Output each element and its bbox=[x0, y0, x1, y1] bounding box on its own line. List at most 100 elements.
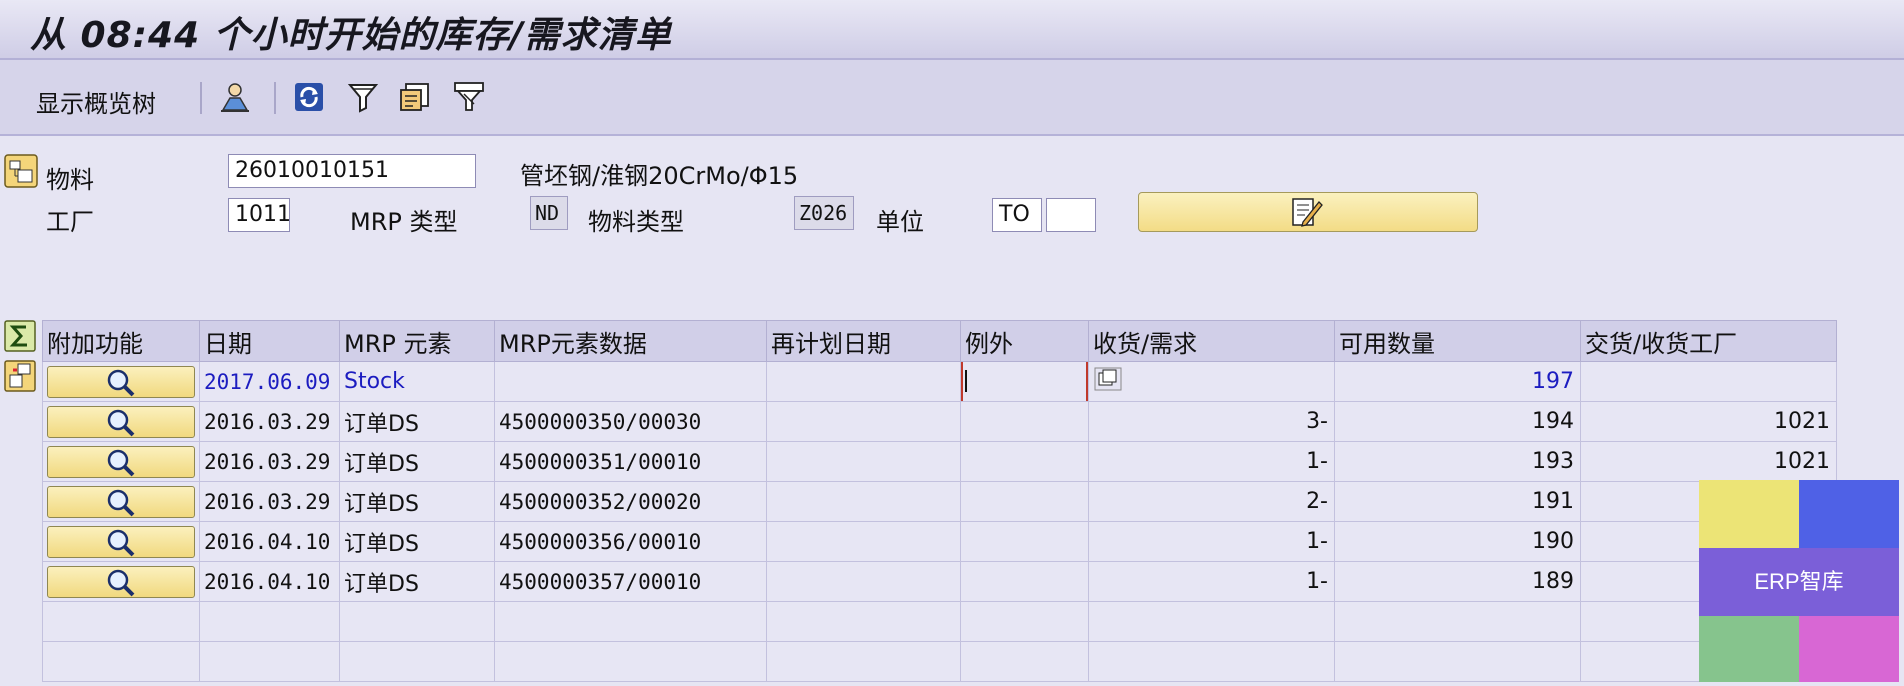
application-toolbar: 显示概览树 bbox=[0, 60, 1904, 136]
magnifier-icon bbox=[107, 369, 135, 396]
mrp-type-value: ND bbox=[530, 196, 568, 230]
element-data-cell: 4500000356/00010 bbox=[494, 521, 767, 562]
function-cell bbox=[42, 441, 200, 482]
details-button[interactable] bbox=[47, 485, 195, 518]
receipt-cell: 1- bbox=[1088, 561, 1335, 602]
magnifier-icon bbox=[107, 409, 135, 436]
table-row[interactable]: 2016.03.29 订单DS 4500000351/00010 1- 193 … bbox=[42, 441, 1837, 482]
filter-clear-icon[interactable] bbox=[452, 80, 486, 114]
plant-field[interactable]: 1011 bbox=[228, 198, 290, 232]
details-button[interactable] bbox=[47, 365, 195, 398]
function-cell bbox=[42, 521, 200, 562]
reschedule-cell bbox=[766, 561, 961, 602]
available-qty-cell: 191 bbox=[1334, 481, 1581, 522]
col-header[interactable]: 收货/需求 bbox=[1088, 320, 1335, 362]
material-label: 物料 bbox=[46, 166, 94, 194]
exception-cell bbox=[960, 441, 1089, 482]
plant-cell: 1021 bbox=[1580, 441, 1837, 482]
exception-cell bbox=[960, 481, 1089, 522]
magnifier-icon bbox=[107, 569, 135, 596]
reschedule-cell bbox=[766, 521, 961, 562]
element-cell[interactable]: 订单DS bbox=[339, 481, 495, 522]
function-cell bbox=[42, 481, 200, 522]
element-data-cell bbox=[494, 361, 767, 402]
element-cell[interactable]: 订单DS bbox=[339, 521, 495, 562]
watermark: ERP智库 bbox=[1699, 480, 1899, 682]
unit-field[interactable]: TO bbox=[992, 198, 1042, 232]
plant-cell bbox=[1580, 361, 1837, 402]
plant-cell: 1021 bbox=[1580, 401, 1837, 442]
col-header[interactable]: 再计划日期 bbox=[766, 320, 961, 362]
edit-button[interactable] bbox=[1138, 192, 1478, 232]
details-button[interactable] bbox=[47, 405, 195, 438]
element-cell[interactable]: 订单DS bbox=[339, 401, 495, 442]
col-header[interactable]: 例外 bbox=[960, 320, 1089, 362]
receipt-cell: 1- bbox=[1088, 441, 1335, 482]
function-cell bbox=[42, 401, 200, 442]
details-button[interactable] bbox=[47, 525, 195, 558]
table-row[interactable]: 2016.03.29 订单DS 4500000352/00020 2- 191 … bbox=[42, 481, 1837, 522]
date-cell: 2016.04.10 bbox=[199, 521, 340, 562]
table-row[interactable]: 2016.04.10 订单DS 4500000357/00010 1- 189 bbox=[42, 561, 1837, 602]
element-data-cell: 4500000352/00020 bbox=[494, 481, 767, 522]
material-field[interactable]: 26010010151 bbox=[228, 154, 476, 188]
exception-cell[interactable] bbox=[960, 361, 1089, 402]
element-data-cell: 4500000351/00010 bbox=[494, 441, 767, 482]
exception-cell bbox=[960, 521, 1089, 562]
mrp-type-label: MRP 类型 bbox=[350, 208, 458, 236]
date-cell: 2017.06.09 bbox=[199, 361, 340, 402]
col-header[interactable]: MRP元素数据 bbox=[494, 320, 767, 362]
material-type-label: 物料类型 bbox=[588, 208, 684, 236]
copy-icon[interactable] bbox=[1093, 366, 1123, 392]
plant-label: 工厂 bbox=[46, 208, 94, 236]
col-header[interactable]: 附加功能 bbox=[42, 320, 200, 362]
table-header-row: 附加功能 日期 MRP 元素 MRP元素数据 再计划日期 例外 收货/需求 可用… bbox=[42, 320, 1837, 362]
title-bar: 从 08:44 个小时开始的库存/需求清单 bbox=[0, 0, 1904, 60]
receipt-cell: 3- bbox=[1088, 401, 1335, 442]
unit-extra-field[interactable] bbox=[1046, 198, 1096, 232]
date-cell: 2016.03.29 bbox=[199, 401, 340, 442]
available-qty-cell: 197 bbox=[1334, 361, 1581, 402]
sum-icon[interactable] bbox=[4, 320, 36, 352]
reschedule-cell bbox=[766, 481, 961, 522]
table-row-empty bbox=[42, 641, 1837, 682]
magnifier-icon bbox=[107, 489, 135, 516]
date-cell: 2016.03.29 bbox=[199, 441, 340, 482]
details-button[interactable] bbox=[47, 445, 195, 478]
layout-settings-icon[interactable] bbox=[398, 80, 432, 114]
col-header[interactable]: MRP 元素 bbox=[339, 320, 495, 362]
available-qty-cell: 190 bbox=[1334, 521, 1581, 562]
details-button[interactable] bbox=[47, 565, 195, 598]
receipt-cell[interactable] bbox=[1088, 361, 1335, 402]
table-row[interactable]: 2016.03.29 订单DS 4500000350/00030 3- 194 … bbox=[42, 401, 1837, 442]
refresh-icon[interactable] bbox=[292, 80, 326, 114]
doc-tree-icon[interactable] bbox=[4, 360, 36, 392]
element-cell[interactable]: 订单DS bbox=[339, 561, 495, 602]
toolbar-separator bbox=[274, 82, 276, 114]
col-header[interactable]: 可用数量 bbox=[1334, 320, 1581, 362]
show-overview-tree-button[interactable]: 显示概览树 bbox=[36, 84, 156, 119]
available-qty-cell: 194 bbox=[1334, 401, 1581, 442]
function-cell bbox=[42, 561, 200, 602]
table-row[interactable]: 2017.06.09 Stock 197 bbox=[42, 361, 1837, 402]
table-row-empty bbox=[42, 601, 1837, 642]
filter-icon[interactable] bbox=[346, 80, 380, 114]
unit-label: 单位 bbox=[876, 208, 924, 236]
text-cursor bbox=[965, 370, 967, 392]
material-type-value: Z026 bbox=[794, 196, 854, 230]
element-cell[interactable]: 订单DS bbox=[339, 441, 495, 482]
receipt-cell: 1- bbox=[1088, 521, 1335, 562]
reschedule-cell bbox=[766, 361, 961, 402]
table-row[interactable]: 2016.04.10 订单DS 4500000356/00010 1- 190 … bbox=[42, 521, 1837, 562]
person-icon[interactable] bbox=[218, 80, 252, 114]
pencil-icon bbox=[1292, 198, 1323, 227]
col-header[interactable]: 交货/收货工厂 bbox=[1580, 320, 1837, 362]
element-cell[interactable]: Stock bbox=[339, 361, 495, 402]
reschedule-cell bbox=[766, 441, 961, 482]
col-header[interactable]: 日期 bbox=[199, 320, 340, 362]
exception-focus-frame bbox=[961, 362, 1088, 401]
element-data-cell: 4500000350/00030 bbox=[494, 401, 767, 442]
material-header-icon[interactable] bbox=[4, 154, 38, 188]
available-qty-cell: 189 bbox=[1334, 561, 1581, 602]
toolbar-separator bbox=[200, 82, 202, 114]
